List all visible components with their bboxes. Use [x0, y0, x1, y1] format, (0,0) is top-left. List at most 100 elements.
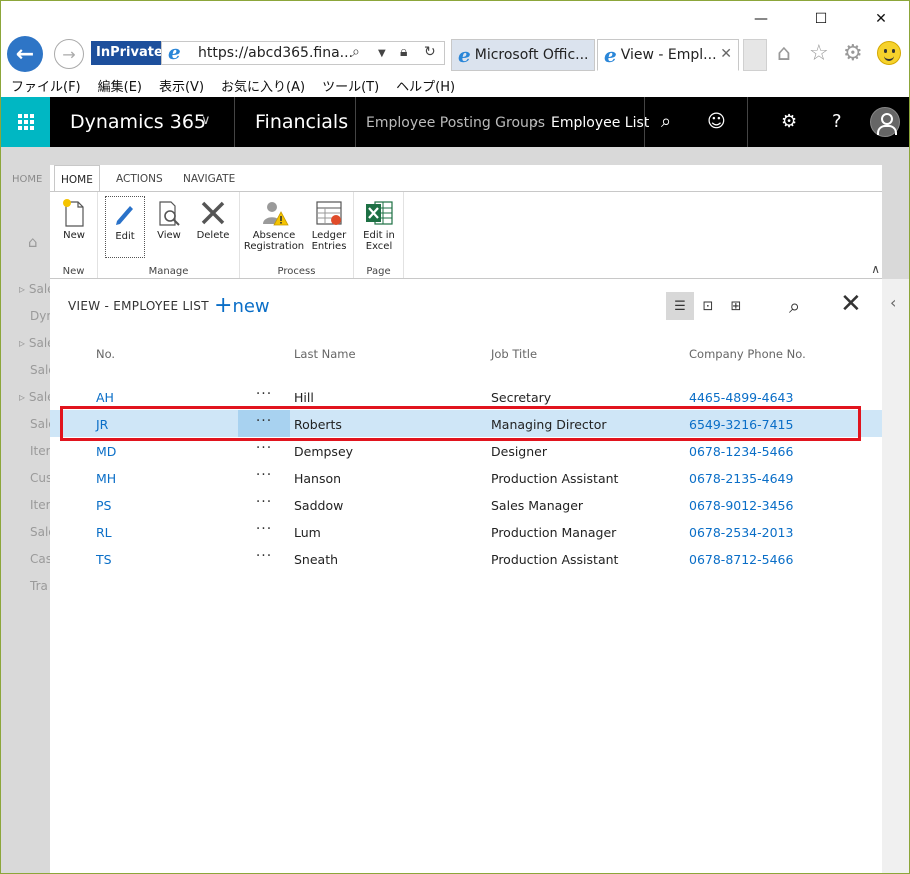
- brick-view-button[interactable]: ⊡: [694, 292, 722, 320]
- table-row[interactable]: MD ··· Dempsey Designer 0678-1234-5466: [50, 437, 882, 464]
- employee-no[interactable]: RL: [96, 525, 112, 540]
- absence-registration-button[interactable]: Absence Registration: [243, 196, 305, 258]
- browser-nav-row: ← → InPrivate e https://abcd365.fina... …: [1, 35, 909, 72]
- column-header-no[interactable]: No.: [96, 347, 115, 361]
- row-menu-button[interactable]: ···: [238, 410, 290, 437]
- employee-no[interactable]: PS: [96, 498, 111, 513]
- last-name: Saddow: [294, 498, 344, 513]
- browser-tab-office[interactable]: e Microsoft Offic...: [451, 39, 595, 71]
- phone-link[interactable]: 0678-2534-2013: [689, 525, 793, 540]
- search-icon[interactable]: ⌕: [661, 111, 671, 132]
- ribbon-tabs: HOME ACTIONS NAVIGATE: [50, 165, 882, 192]
- module-name[interactable]: Financials: [255, 111, 348, 133]
- row-menu-button[interactable]: ···: [238, 383, 290, 410]
- new-tab-button[interactable]: [743, 39, 767, 71]
- phone-link[interactable]: 4465-4899-4643: [689, 390, 793, 405]
- employee-no[interactable]: MH: [96, 471, 116, 486]
- row-menu-button[interactable]: ···: [238, 545, 290, 572]
- new-record-link[interactable]: +new: [214, 293, 270, 318]
- close-icon[interactable]: ✕: [840, 289, 862, 319]
- search-icon[interactable]: ⌕: [789, 294, 800, 318]
- ie-logo-icon: e: [168, 40, 181, 64]
- tile-grid-icon: ⊞: [730, 298, 742, 314]
- employee-no[interactable]: MD: [96, 444, 116, 459]
- favorites-star-icon[interactable]: ☆: [809, 41, 829, 66]
- tile-view-button[interactable]: ⊞: [722, 292, 750, 320]
- group-label: New: [62, 266, 85, 277]
- browser-tab-employee-list[interactable]: e View - Empl... ✕: [597, 39, 739, 71]
- edit-in-excel-button[interactable]: Edit in Excel: [356, 196, 402, 258]
- lock-icon[interactable]: 🔒︎: [400, 44, 407, 60]
- table-row[interactable]: RL ··· Lum Production Manager 0678-2534-…: [50, 518, 882, 545]
- employee-no[interactable]: JR: [96, 417, 108, 432]
- close-tab-icon[interactable]: ✕: [720, 46, 732, 62]
- phone-link[interactable]: 0678-9012-3456: [689, 498, 793, 513]
- app-launcher-button[interactable]: [1, 97, 50, 147]
- view-button[interactable]: View: [148, 196, 190, 258]
- ribbon-tab-navigate[interactable]: NAVIGATE: [177, 165, 241, 192]
- refresh-icon[interactable]: ↻: [424, 44, 436, 60]
- column-header-phone[interactable]: Company Phone No.: [689, 347, 806, 361]
- row-menu-button[interactable]: ···: [238, 437, 290, 464]
- table-row[interactable]: TS ··· Sneath Production Assistant 0678-…: [50, 545, 882, 572]
- row-menu-button[interactable]: ···: [238, 464, 290, 491]
- back-button[interactable]: ←: [7, 36, 43, 72]
- phone-link[interactable]: 6549-3216-7415: [689, 417, 793, 432]
- ribbon-group-new: New New: [50, 192, 98, 278]
- row-menu-button[interactable]: ···: [238, 491, 290, 518]
- table-row[interactable]: AH ··· Hill Secretary 4465-4899-4643: [50, 383, 882, 410]
- column-header-job-title[interactable]: Job Title: [491, 347, 537, 361]
- help-icon[interactable]: ?: [832, 111, 842, 132]
- table-row[interactable]: MH ··· Hanson Production Assistant 0678-…: [50, 464, 882, 491]
- group-label: Manage: [148, 266, 189, 277]
- d365-top-bar: Dynamics 365 ∨ Financials Employee Posti…: [1, 97, 909, 147]
- forward-button[interactable]: →: [54, 39, 84, 69]
- ribbon: New New Edit View Delete Manage Absence …: [50, 191, 882, 279]
- address-url[interactable]: https://abcd365.fina...: [198, 45, 353, 61]
- address-bar[interactable]: e https://abcd365.fina... ⌕ ▼ 🔒︎ ↻: [161, 40, 445, 65]
- background-item: Cus: [30, 471, 53, 485]
- phone-link[interactable]: 0678-8712-5466: [689, 552, 793, 567]
- row-menu-button[interactable]: ···: [238, 518, 290, 545]
- settings-gear-icon[interactable]: ⚙: [781, 111, 797, 132]
- chevron-left-icon[interactable]: ‹: [890, 293, 896, 312]
- phone-link[interactable]: 0678-2135-4649: [689, 471, 793, 486]
- background-item: Tra: [30, 579, 48, 593]
- table-row-selected[interactable]: JR ··· Roberts Managing Director 6549-32…: [50, 410, 882, 437]
- background-tab-home: HOME: [12, 174, 43, 185]
- table-row[interactable]: PS ··· Saddow Sales Manager 0678-9012-34…: [50, 491, 882, 518]
- column-header-last-name[interactable]: Last Name: [294, 347, 356, 361]
- employee-no[interactable]: AH: [96, 390, 114, 405]
- user-avatar[interactable]: [870, 107, 900, 137]
- card-view-icon: ⊡: [702, 298, 714, 314]
- phone-link[interactable]: 0678-1234-5466: [689, 444, 793, 459]
- menu-favorites[interactable]: お気に入り(A): [221, 76, 305, 95]
- delete-button[interactable]: Delete: [191, 196, 235, 258]
- home-icon[interactable]: ⌂: [777, 41, 791, 66]
- breadcrumb-parent[interactable]: Employee Posting Groups: [366, 115, 545, 131]
- app-name[interactable]: Dynamics 365: [70, 111, 206, 133]
- chevron-down-icon[interactable]: ∨: [201, 113, 211, 128]
- menu-help[interactable]: ヘルプ(H): [396, 76, 455, 95]
- smile-feedback-icon[interactable]: ☺: [707, 111, 726, 132]
- menu-tools[interactable]: ツール(T): [322, 76, 379, 95]
- menu-file[interactable]: ファイル(F): [11, 76, 81, 95]
- dropdown-icon[interactable]: ▼: [378, 48, 386, 59]
- tab-label: View - Empl...: [620, 47, 717, 63]
- chevron-up-icon[interactable]: ∧: [871, 262, 880, 276]
- feedback-smiley-icon[interactable]: [877, 41, 901, 65]
- minimize-button[interactable]: —: [738, 5, 784, 33]
- menu-view[interactable]: 表示(V): [159, 76, 204, 95]
- edit-button[interactable]: Edit: [105, 196, 145, 258]
- ledger-entries-button[interactable]: Ledger Entries: [306, 196, 352, 258]
- new-button[interactable]: New: [51, 196, 97, 258]
- ribbon-tab-actions[interactable]: ACTIONS: [110, 165, 169, 192]
- list-view-button[interactable]: ☰: [666, 292, 694, 320]
- close-window-button[interactable]: ✕: [858, 5, 904, 33]
- maximize-button[interactable]: ☐: [798, 5, 844, 33]
- menu-edit[interactable]: 編集(E): [98, 76, 142, 95]
- gear-icon[interactable]: ⚙: [843, 41, 863, 66]
- search-icon[interactable]: ⌕: [352, 44, 360, 60]
- ribbon-tab-home[interactable]: HOME: [54, 165, 100, 192]
- employee-no[interactable]: TS: [96, 552, 112, 567]
